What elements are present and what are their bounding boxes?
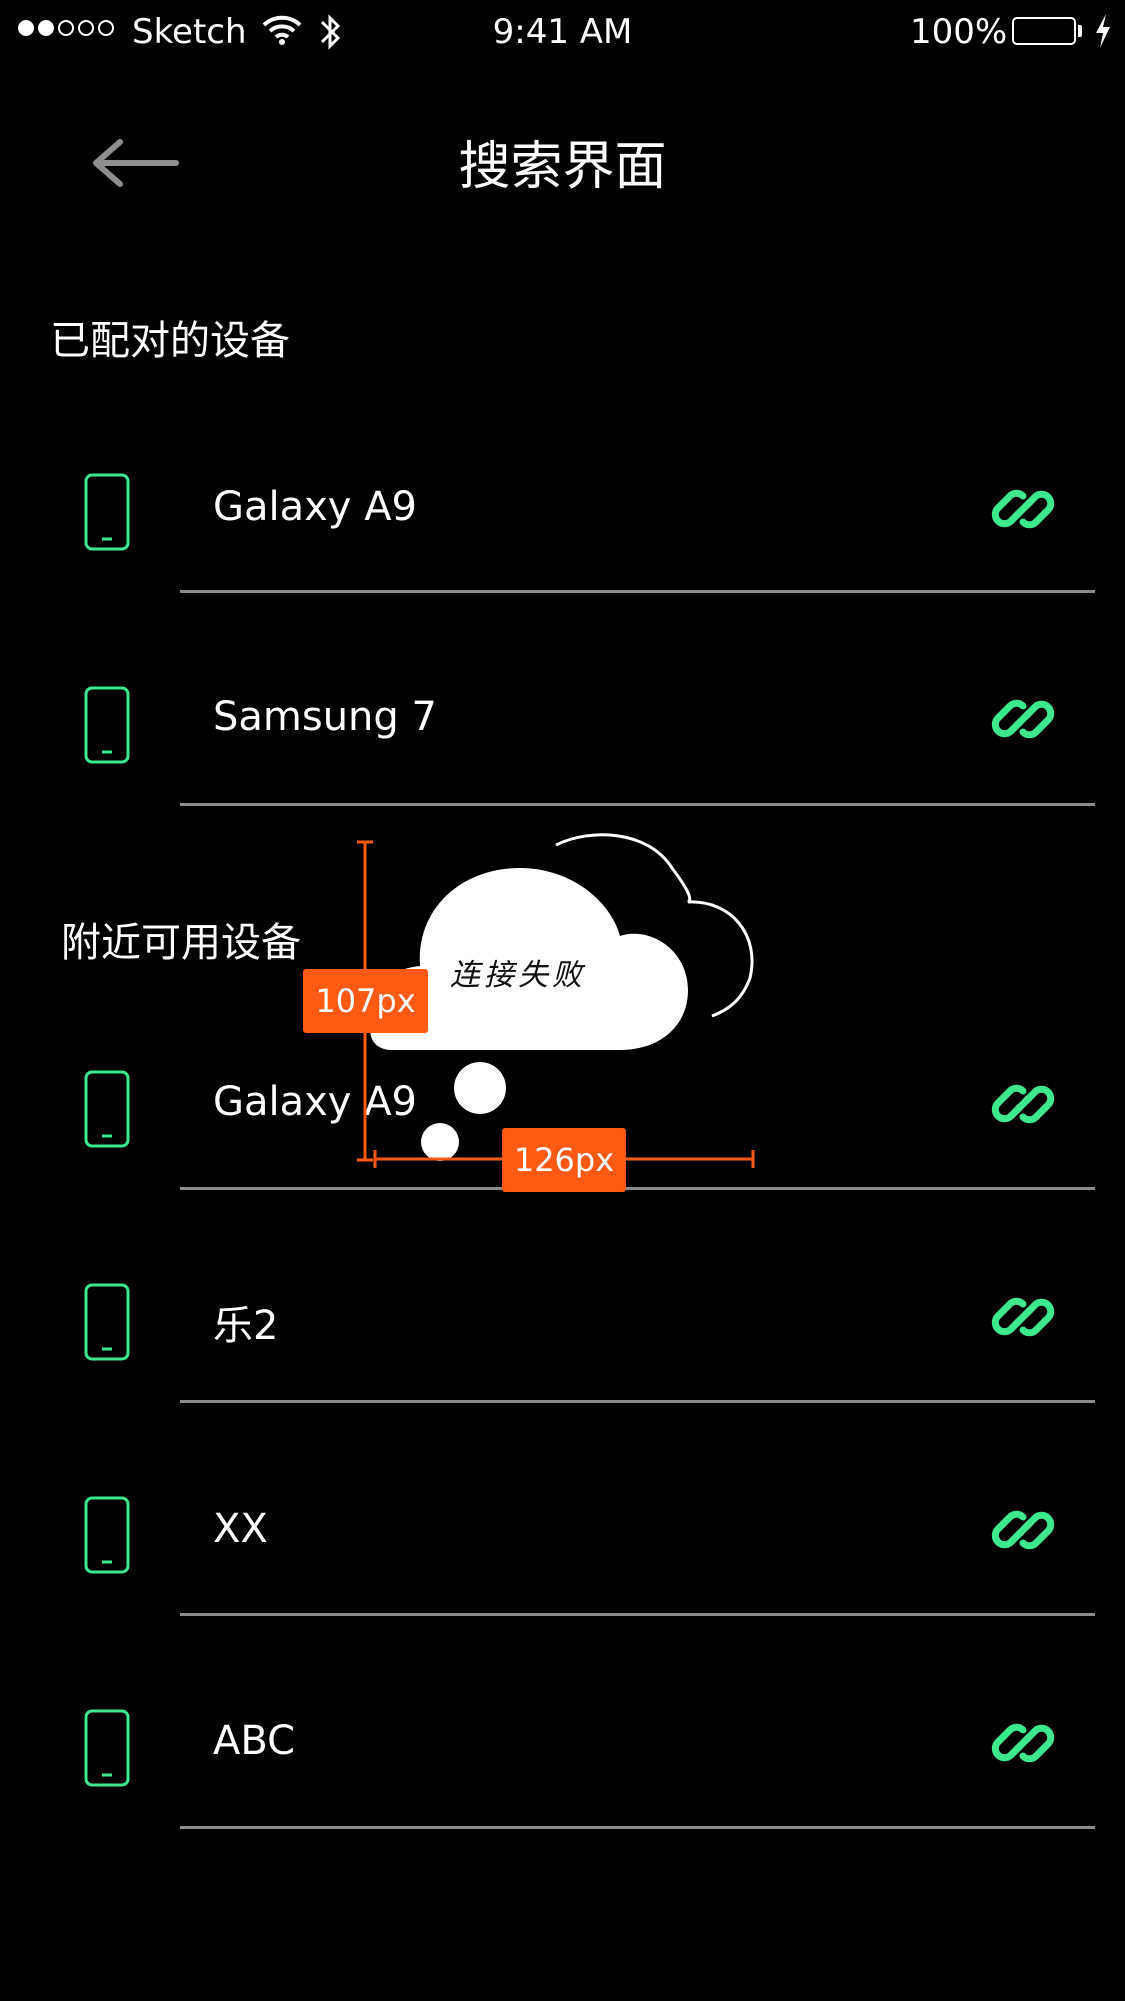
device-row[interactable]: XX (0, 1404, 1125, 1616)
link-icon[interactable] (990, 1710, 1056, 1776)
row-divider (180, 590, 1095, 593)
link-icon[interactable] (990, 1497, 1056, 1563)
device-row[interactable]: Galaxy A9 (0, 381, 1125, 593)
phone-icon (84, 1709, 130, 1787)
row-divider (180, 1826, 1095, 1829)
row-divider (180, 803, 1095, 806)
phone-icon (84, 1283, 130, 1361)
battery-cap (1078, 25, 1082, 37)
link-icon[interactable] (990, 1071, 1056, 1137)
link-icon[interactable] (990, 686, 1056, 752)
device-name: Galaxy A9 (213, 1079, 418, 1125)
link-icon[interactable] (990, 1284, 1056, 1350)
row-divider (180, 1400, 1095, 1403)
phone-icon (84, 686, 130, 764)
device-row[interactable]: ABC (0, 1617, 1125, 1829)
device-name: 乐2 (213, 1303, 279, 1349)
paired-devices-heading: 已配对的设备 (50, 318, 290, 364)
device-name: ABC (213, 1718, 296, 1764)
row-divider (180, 1187, 1095, 1190)
nearby-devices-heading: 附近可用设备 (61, 920, 301, 966)
link-icon[interactable] (990, 476, 1056, 542)
charging-icon (1094, 14, 1112, 52)
device-name: XX (213, 1506, 268, 1552)
phone-icon (84, 1496, 130, 1574)
phone-icon (84, 1070, 130, 1148)
page-title: 搜索界面 (458, 137, 667, 197)
device-name: Samsung 7 (213, 694, 437, 740)
device-name: Galaxy A9 (213, 484, 418, 530)
search-screen: Sketch 9:41 AM 100% 搜索界面 已配对的设备 Galaxy A… (0, 0, 1125, 2001)
device-row[interactable]: Galaxy A9 (0, 978, 1125, 1190)
battery-percent: 100% (910, 12, 1008, 52)
row-divider (180, 1613, 1095, 1616)
status-bar: Sketch 9:41 AM 100% (0, 0, 1125, 66)
battery-icon (1012, 17, 1076, 45)
phone-icon (84, 473, 130, 551)
device-row[interactable]: 乐2 (0, 1191, 1125, 1403)
device-row[interactable]: Samsung 7 (0, 594, 1125, 806)
